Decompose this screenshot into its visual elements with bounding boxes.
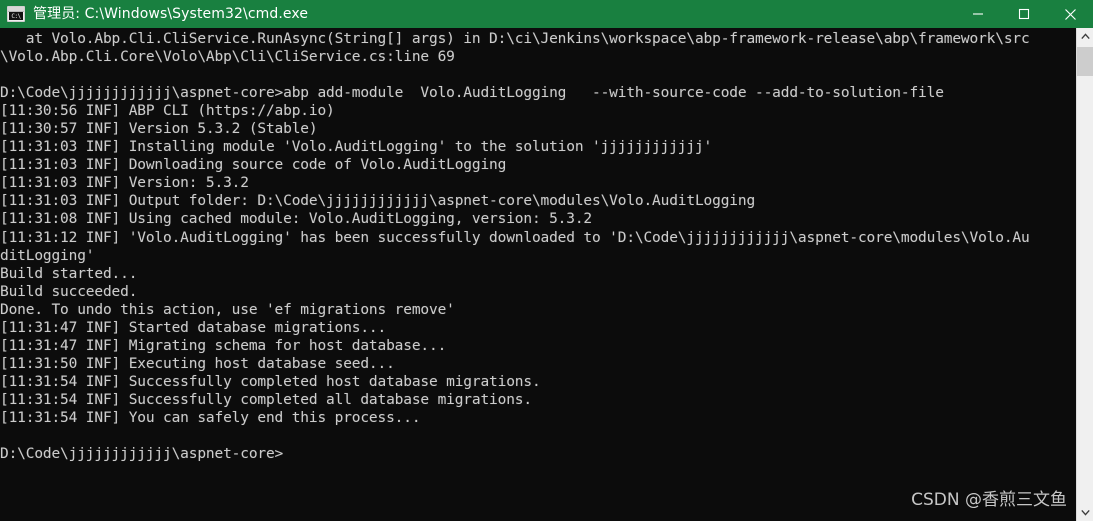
console-output-area[interactable]: at Volo.Abp.Cli.CliService.RunAsync(Stri…	[0, 28, 1076, 521]
console-line: [11:31:03 INF] Downloading source code o…	[0, 157, 507, 174]
maximize-button[interactable]	[1001, 0, 1047, 28]
console-line: D:\Code\jjjjjjjjjjjj\aspnet-core>	[0, 446, 284, 463]
scroll-down-button[interactable]	[1077, 504, 1093, 521]
console-line: [11:31:54 INF] Successfully completed ho…	[0, 373, 541, 390]
console-line: [11:30:57 INF] Version 5.3.2 (Stable)	[0, 121, 318, 138]
window-title: 管理员: C:\Windows\System32\cmd.exe	[33, 6, 309, 22]
console-line: [11:31:03 INF] Version: 5.3.2	[0, 175, 249, 192]
cmd-console-icon: C:\	[7, 6, 25, 22]
icon-screen-text: C:\	[9, 12, 23, 20]
console-line: [11:31:54 INF] You can safely end this p…	[0, 409, 421, 426]
maximize-icon	[1018, 8, 1030, 20]
console-line: [11:31:03 INF] Installing module 'Volo.A…	[0, 139, 713, 156]
cmd-window: C:\ 管理员: C:\Windows\System32\cmd.exe at …	[0, 0, 1093, 521]
console-line: Done. To undo this action, use 'ef migra…	[0, 301, 455, 318]
scrollbar-thumb[interactable]	[1077, 47, 1093, 76]
close-button[interactable]	[1047, 0, 1093, 28]
console-line: [11:31:03 INF] Output folder: D:\Code\jj…	[0, 193, 756, 210]
console-lines: at Volo.Abp.Cli.CliService.RunAsync(Stri…	[0, 30, 1076, 463]
console-line: [11:31:47 INF] Started database migratio…	[0, 319, 387, 336]
minimize-button[interactable]	[955, 0, 1001, 28]
console-line: ditLogging'	[0, 247, 95, 264]
title-bar[interactable]: C:\ 管理员: C:\Windows\System32\cmd.exe	[0, 0, 1093, 28]
console-line: [11:31:50 INF] Executing host database s…	[0, 355, 395, 372]
console-line: \Volo.Abp.Cli.Core\Volo\Abp\Cli\CliServi…	[0, 49, 455, 66]
chevron-down-icon	[1080, 509, 1090, 516]
console-line: [11:31:08 INF] Using cached module: Volo…	[0, 211, 593, 228]
vertical-scrollbar[interactable]	[1076, 28, 1093, 521]
chevron-up-icon	[1080, 33, 1090, 40]
console-line: [11:31:12 INF] 'Volo.AuditLogging' has b…	[0, 229, 1030, 246]
console-line: [11:31:54 INF] Successfully completed al…	[0, 391, 532, 408]
console-line: D:\Code\jjjjjjjjjjjj\aspnet-core>abp add…	[0, 85, 944, 102]
close-icon	[1064, 8, 1076, 20]
scroll-up-button[interactable]	[1077, 28, 1093, 45]
console-line: [11:30:56 INF] ABP CLI (https://abp.io)	[0, 103, 335, 120]
minimize-icon	[973, 13, 983, 15]
console-line: Build succeeded.	[0, 283, 138, 300]
console-line: at Volo.Abp.Cli.CliService.RunAsync(Stri…	[0, 31, 1030, 47]
console-line: Build started...	[0, 265, 138, 282]
csdn-watermark: CSDN @香煎三文鱼	[911, 490, 1067, 510]
console-line: [11:31:47 INF] Migrating schema for host…	[0, 337, 447, 354]
